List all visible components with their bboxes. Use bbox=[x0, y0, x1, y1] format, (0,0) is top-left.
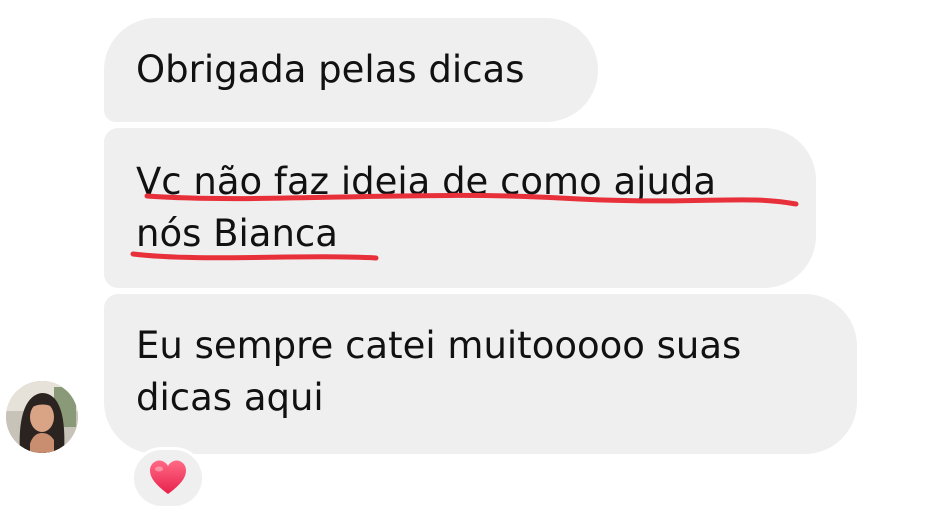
message-bubble[interactable]: Vc não faz ideia de como ajuda nós Bianc… bbox=[104, 128, 816, 288]
heart-icon bbox=[150, 460, 186, 494]
message-text: Obrigada pelas dicas bbox=[136, 48, 525, 91]
message-text: Eu sempre catei muitooooo suas bbox=[136, 324, 742, 367]
reaction-badge[interactable] bbox=[131, 447, 205, 509]
avatar[interactable] bbox=[6, 381, 78, 453]
profile-photo-avatar bbox=[6, 381, 78, 453]
chat-thread: Obrigada pelas dicas Vc não faz ideia de… bbox=[0, 0, 944, 512]
message-text: nós Bianca bbox=[136, 212, 338, 255]
message-bubble[interactable]: Obrigada pelas dicas bbox=[104, 18, 598, 122]
message-text: dicas aqui bbox=[136, 376, 324, 419]
message-bubble[interactable]: Eu sempre catei muitooooo suas dicas aqu… bbox=[104, 294, 857, 454]
message-text: Vc não faz ideia de como ajuda bbox=[136, 160, 717, 203]
